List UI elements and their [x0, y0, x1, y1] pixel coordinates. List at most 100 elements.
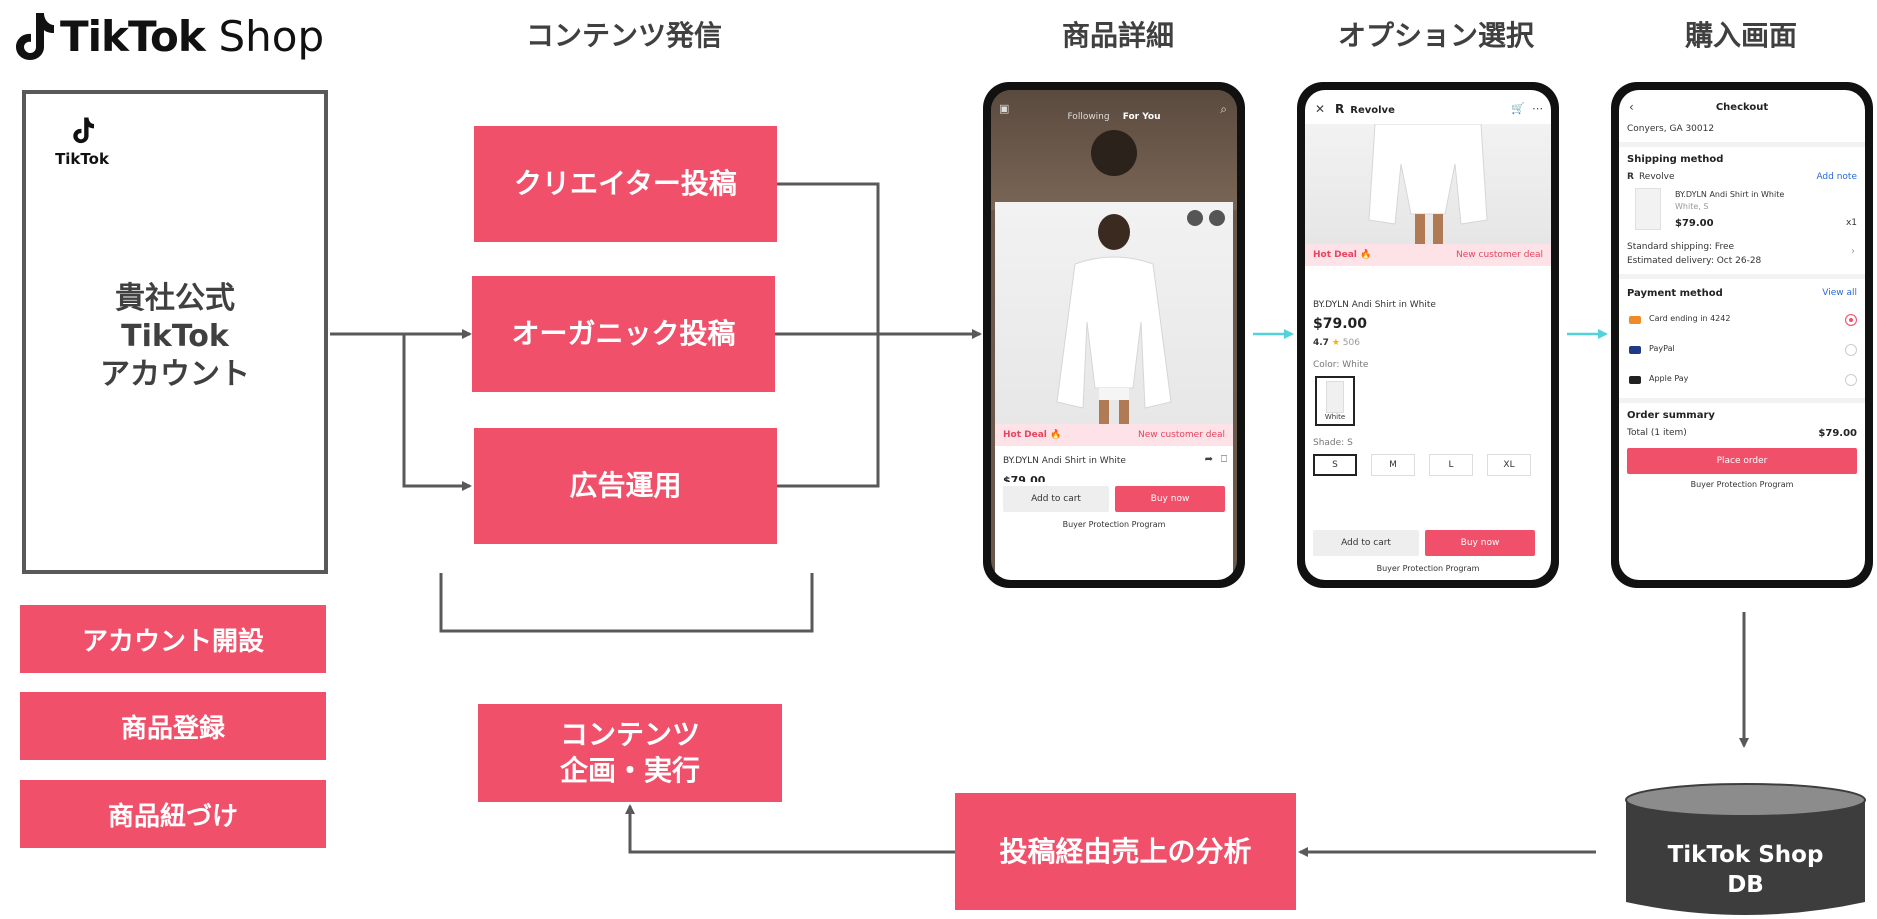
planning-bracket	[439, 573, 814, 633]
phone3-view-all[interactable]: View all	[1822, 288, 1857, 298]
phone3-shipping-line: Standard shipping: Free	[1627, 242, 1735, 252]
phone1-price: $79.00	[1003, 474, 1046, 482]
phone2-protection: Buyer Protection Program	[1376, 564, 1480, 573]
phone3-item-qty: x1	[1845, 218, 1857, 228]
phone-product-detail: Following For You ⌕ ▣ Hot Deal 🔥 New cus…	[983, 82, 1245, 588]
phone3-add-note[interactable]: Add note	[1816, 172, 1857, 182]
phone1-product-sheet: Hot Deal 🔥 New customer deal BY.DYLN And…	[995, 202, 1233, 580]
swatch-shirt-thumb	[1326, 381, 1344, 413]
phone3-item-name: BY.DYLN Andi Shirt in White	[1675, 190, 1785, 199]
phone3-title: Checkout	[1715, 102, 1769, 113]
phone2-deal-banner: Hot Deal 🔥 New customer deal	[1305, 244, 1551, 266]
phone2-deal-left: Hot Deal 🔥	[1313, 250, 1372, 260]
phone3-shop-row: R Revolve	[1627, 172, 1675, 182]
phone3-payment-heading: Payment method	[1627, 288, 1723, 299]
phone2-rating: 4.7	[1313, 338, 1329, 348]
shirt-crop-illustration	[1368, 123, 1488, 244]
phone3-total-label: Total (1 item)	[1627, 428, 1687, 438]
phone3-protection: Buyer Protection Program	[1690, 480, 1794, 489]
phone3-shop-name: Revolve	[1638, 172, 1675, 182]
payment-option-paypal-label: PayPal	[1649, 344, 1675, 353]
phone1-tab-foryou[interactable]: For You	[1123, 112, 1161, 122]
phone1-screen: Following For You ⌕ ▣ Hot Deal 🔥 New cus…	[991, 90, 1237, 580]
shop-logo-icon: R	[1335, 102, 1345, 116]
phone2-deal-right: New customer deal	[1456, 250, 1543, 260]
phone1-protection: Buyer Protection Program	[1062, 520, 1166, 529]
phone2-shade-options: S M L XL	[1313, 454, 1543, 476]
flow-connectors	[330, 182, 1749, 857]
more-icon[interactable]: ⋯	[1532, 102, 1543, 115]
payment-option-applepay-label: Apple Pay	[1649, 374, 1689, 383]
phone1-add-to-cart-button[interactable]: Add to cart	[1003, 486, 1109, 512]
phone1-deal-banner: Hot Deal 🔥 New customer deal	[995, 424, 1233, 446]
card-icon	[1629, 316, 1641, 324]
shade-option-l[interactable]: L	[1429, 454, 1473, 476]
live-icon[interactable]: ▣	[999, 102, 1009, 115]
phone3-shipping-heading: Shipping method	[1627, 154, 1724, 165]
phone-option-select: ✕ R Revolve 🛒 ⋯ Hot Deal 🔥 New customer d…	[1297, 82, 1559, 588]
phone2-shade-label: Shade: S	[1313, 438, 1353, 448]
more-icon[interactable]	[1209, 210, 1225, 226]
phone1-tabs: Following For You	[991, 104, 1237, 123]
phone1-product-name: BY.DYLN Andi Shirt in White	[1003, 456, 1126, 466]
phone3-item-variant: White, S	[1675, 202, 1709, 211]
search-icon[interactable]: ⌕	[1220, 102, 1227, 117]
radio-icon[interactable]	[1845, 374, 1857, 386]
payment-option-paypal[interactable]: PayPal	[1619, 342, 1865, 362]
paypal-icon	[1629, 346, 1641, 354]
phone3-total-value: $79.00	[1818, 428, 1857, 439]
phone3-divider	[1619, 142, 1865, 147]
phone2-shop-name: R Revolve	[1335, 102, 1395, 116]
shade-option-xl[interactable]: XL	[1487, 454, 1531, 476]
phone2-screen: ✕ R Revolve 🛒 ⋯ Hot Deal 🔥 New customer d…	[1305, 90, 1551, 580]
phone3-divider-3	[1619, 398, 1865, 403]
phone2-product-name: BY.DYLN Andi Shirt in White	[1313, 300, 1436, 310]
phone1-deal-right: New customer deal	[1138, 430, 1225, 440]
phone3-item-thumb	[1635, 188, 1661, 230]
phone2-rating-count: 506	[1342, 338, 1360, 348]
payment-option-applepay[interactable]: Apple Pay	[1619, 372, 1865, 392]
phone3-place-order-button[interactable]: Place order	[1627, 448, 1857, 474]
phone3-address: Conyers, GA 30012	[1627, 124, 1715, 134]
phone2-color-label: Color: White	[1313, 360, 1369, 370]
cart-icon[interactable]: 🛒	[1511, 102, 1525, 115]
phone2-add-to-cart-button[interactable]: Add to cart	[1313, 530, 1419, 556]
phone3-screen: ‹ Checkout Conyers, GA 30012 Shipping me…	[1619, 90, 1865, 580]
radio-icon[interactable]	[1845, 344, 1857, 356]
apple-pay-icon	[1629, 376, 1641, 384]
cart-icon[interactable]	[1187, 210, 1203, 226]
share-icon[interactable]: ➦	[1205, 454, 1213, 465]
chevron-right-icon[interactable]: ›	[1851, 246, 1855, 257]
phone2-price: $79.00	[1313, 316, 1368, 332]
phone2-color-swatch-label: White	[1324, 413, 1346, 421]
shade-option-s[interactable]: S	[1313, 454, 1357, 476]
phone2-rating-row: 4.7 ★ 506	[1313, 338, 1360, 348]
shade-option-m[interactable]: M	[1371, 454, 1415, 476]
phone1-deal-left: Hot Deal 🔥	[1003, 430, 1062, 440]
phone3-item-price: $79.00	[1675, 218, 1714, 229]
phone2-shop-label: Revolve	[1350, 105, 1395, 116]
phone3-summary-heading: Order summary	[1627, 410, 1715, 421]
arrow-account-to-ads	[402, 334, 472, 491]
phone2-buy-now-button[interactable]: Buy now	[1425, 530, 1535, 556]
arrow-analysis-to-planning	[625, 804, 955, 854]
phone2-color-swatch[interactable]: White	[1315, 376, 1355, 426]
phone2-product-photo	[1305, 123, 1551, 244]
phone3-delivery-line: Estimated delivery: Oct 26-28	[1627, 256, 1762, 266]
phone1-video-figure	[1091, 130, 1137, 176]
phone-checkout: ‹ Checkout Conyers, GA 30012 Shipping me…	[1611, 82, 1873, 588]
radio-selected-icon[interactable]	[1845, 314, 1857, 326]
payment-option-card-label: Card ending in 4242	[1649, 314, 1731, 323]
phone3-divider-2	[1619, 274, 1865, 279]
payment-option-card[interactable]: Card ending in 4242	[1619, 312, 1865, 332]
star-icon: ★	[1331, 338, 1340, 348]
shop-logo-icon: R	[1627, 172, 1634, 182]
shirt-model-illustration	[1056, 214, 1172, 440]
db-label: TikTok Shop DB	[1667, 842, 1824, 898]
close-icon[interactable]: ✕	[1315, 102, 1325, 116]
phone1-product-photo	[995, 202, 1233, 442]
tiktok-shop-db: TikTok Shop DB	[1624, 782, 1867, 915]
bookmark-icon[interactable]: ⎕	[1221, 454, 1227, 465]
phone1-buy-now-button[interactable]: Buy now	[1115, 486, 1225, 512]
phone1-tab-following[interactable]: Following	[1067, 112, 1109, 122]
